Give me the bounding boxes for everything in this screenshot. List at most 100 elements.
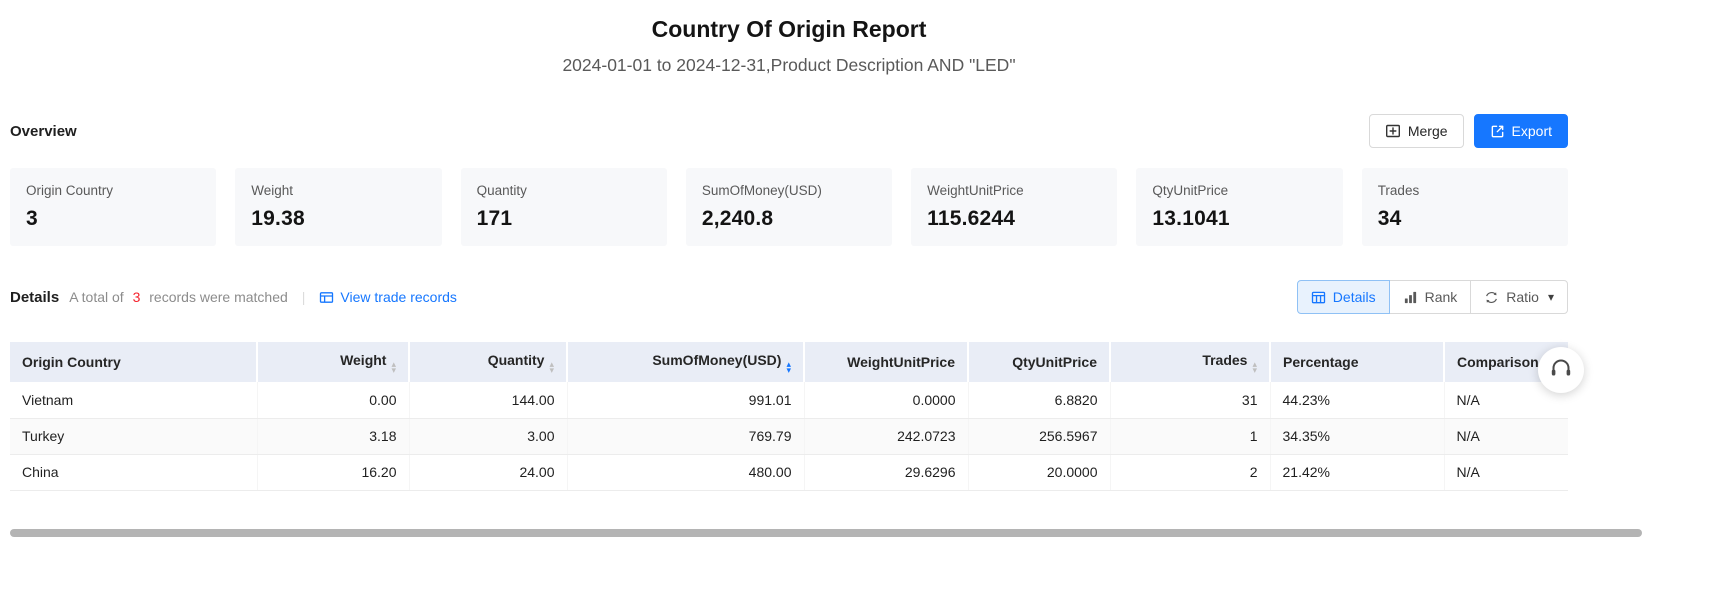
cell-sumofmoney-usd: 769.79 <box>567 418 804 454</box>
cell-origin-country: China <box>10 454 257 490</box>
support-float-button[interactable] <box>1538 347 1584 393</box>
stat-card-value: 171 <box>477 207 651 231</box>
overview-section-title: Overview <box>10 123 77 140</box>
column-header-qtyunitprice: QtyUnitPrice <box>968 342 1110 382</box>
report-subtitle: 2024-01-01 to 2024-12-31,Product Descrip… <box>10 55 1568 76</box>
table-row-vietnam: Vietnam0.00144.00991.010.00006.88203144.… <box>10 382 1568 418</box>
stat-card-label: Weight <box>251 183 425 198</box>
overview-cards: Origin Country 3 Weight 19.38 Quantity 171 Sum… <box>10 168 1568 246</box>
stat-card-label: Trades <box>1378 183 1552 198</box>
match-summary: A total of 3 records were matched <box>69 289 288 305</box>
stat-card-value: 19.38 <box>251 207 425 231</box>
cell-sumofmoney-usd: 991.01 <box>567 382 804 418</box>
cell-quantity: 24.00 <box>409 454 567 490</box>
column-header-weight[interactable]: Weight▴▾ <box>257 342 409 382</box>
cell-trades: 1 <box>1110 418 1270 454</box>
merge-button[interactable]: Merge <box>1369 114 1464 148</box>
column-header-label: Trades <box>1202 352 1247 368</box>
column-header-label: QtyUnitPrice <box>1012 354 1097 370</box>
column-header-label: SumOfMoney(USD) <box>652 352 781 368</box>
details-section-title: Details <box>10 289 59 306</box>
view-switcher: Details Rank <box>1297 280 1568 314</box>
tab-details-label: Details <box>1333 289 1376 305</box>
stat-card-origin-country: Origin Country 3 <box>10 168 216 246</box>
overview-bar: Overview Merge <box>10 114 1568 148</box>
stat-card-quantity: Quantity 171 <box>461 168 667 246</box>
view-trade-records-label: View trade records <box>340 289 456 305</box>
stat-card-label: Origin Country <box>26 183 200 198</box>
column-header-quantity[interactable]: Quantity ▴▾ <box>409 342 567 382</box>
column-header-label: Origin Country <box>22 354 121 370</box>
export-button-label: Export <box>1512 123 1552 139</box>
cell-origin-country: Turkey <box>10 418 257 454</box>
sort-carets-icon: ▴▾ <box>391 361 396 373</box>
stat-card-weight: Weight 19.38 <box>235 168 441 246</box>
cell-trades: 2 <box>1110 454 1270 490</box>
tab-rank[interactable]: Rank <box>1389 280 1472 314</box>
cell-origin-country: Vietnam <box>10 382 257 418</box>
summary-suffix: records were matched <box>149 289 288 305</box>
stat-card-label: WeightUnitPrice <box>927 183 1101 198</box>
cell-sumofmoney-usd: 480.00 <box>567 454 804 490</box>
report-header: Country Of Origin Report 2024-01-01 to 2… <box>10 16 1568 76</box>
merge-button-label: Merge <box>1408 123 1448 139</box>
column-header-label: Percentage <box>1283 354 1358 370</box>
stat-card-value: 3 <box>26 207 200 231</box>
tab-ratio[interactable]: Ratio ▾ <box>1470 280 1568 314</box>
cell-weightunitprice: 29.6296 <box>804 454 968 490</box>
tab-rank-label: Rank <box>1425 289 1458 305</box>
column-header-label: Quantity <box>488 352 545 368</box>
column-header-weightunitprice: WeightUnitPrice <box>804 342 968 382</box>
cell-quantity: 3.00 <box>409 418 567 454</box>
cell-percentage: 34.35% <box>1270 418 1444 454</box>
stat-card-value: 2,240.8 <box>702 207 876 231</box>
column-header-label: Comparison <box>1457 354 1539 370</box>
headset-icon <box>1549 356 1573 385</box>
cell-weightunitprice: 242.0723 <box>804 418 968 454</box>
sort-carets-icon: ▴▾ <box>1252 361 1257 373</box>
column-header-percentage: Percentage <box>1270 342 1444 382</box>
ratio-sync-icon <box>1484 290 1499 305</box>
table-icon <box>1311 290 1326 305</box>
chevron-down-icon: ▾ <box>1548 290 1554 304</box>
column-header-trades[interactable]: Trades ▴▾ <box>1110 342 1270 382</box>
table-row-china: China16.2024.00480.0029.629620.0000221.4… <box>10 454 1568 490</box>
column-header-sumofmoney-usd[interactable]: SumOfMoney(USD) ▴▾ <box>567 342 804 382</box>
cell-qtyunitprice: 256.5967 <box>968 418 1110 454</box>
stat-card-label: SumOfMoney(USD) <box>702 183 876 198</box>
trade-records-icon <box>319 290 334 305</box>
export-icon <box>1490 124 1505 139</box>
tab-details[interactable]: Details <box>1297 280 1390 314</box>
view-trade-records-link[interactable]: View trade records <box>319 289 456 305</box>
sort-carets-icon: ▴▾ <box>549 361 554 373</box>
merge-icon <box>1385 123 1401 139</box>
table-header-row: Origin CountryWeight▴▾Quantity▴▾SumOfMon… <box>10 342 1568 382</box>
cell-quantity: 144.00 <box>409 382 567 418</box>
stat-card-label: QtyUnitPrice <box>1152 183 1326 198</box>
details-bar: Details A total of 3 records were matche… <box>10 280 1568 314</box>
cell-weight: 16.20 <box>257 454 409 490</box>
cell-percentage: 21.42% <box>1270 454 1444 490</box>
export-button[interactable]: Export <box>1474 114 1568 148</box>
tab-ratio-label: Ratio <box>1506 289 1539 305</box>
report-page: Country Of Origin Report 2024-01-01 to 2… <box>10 16 1568 491</box>
stat-card-trades: Trades34 <box>1362 168 1568 246</box>
cell-weight: 0.00 <box>257 382 409 418</box>
stat-card-value: 115.6244 <box>927 207 1101 231</box>
stat-card-sumofmoney-usd: SumOfMoney(USD) 2,240.8 <box>686 168 892 246</box>
overview-actions: Merge Export <box>1369 114 1568 148</box>
cell-trades: 31 <box>1110 382 1270 418</box>
cell-weightunitprice: 0.0000 <box>804 382 968 418</box>
matched-count: 3 <box>133 289 141 305</box>
stat-card-label: Quantity <box>477 183 651 198</box>
details-table: Origin CountryWeight▴▾Quantity▴▾SumOfMon… <box>10 342 1568 491</box>
stat-card-value: 13.1041 <box>1152 207 1326 231</box>
horizontal-scrollbar-thumb[interactable] <box>10 529 1642 537</box>
cell-qtyunitprice: 20.0000 <box>968 454 1110 490</box>
cell-weight: 3.18 <box>257 418 409 454</box>
stat-card-weightunitprice: WeightUnitPrice 115.6244 <box>911 168 1117 246</box>
sort-carets-icon: ▴▾ <box>786 361 791 373</box>
page-title: Country Of Origin Report <box>10 16 1568 43</box>
divider: | <box>302 289 306 305</box>
cell-comparison: N/A <box>1444 418 1568 454</box>
